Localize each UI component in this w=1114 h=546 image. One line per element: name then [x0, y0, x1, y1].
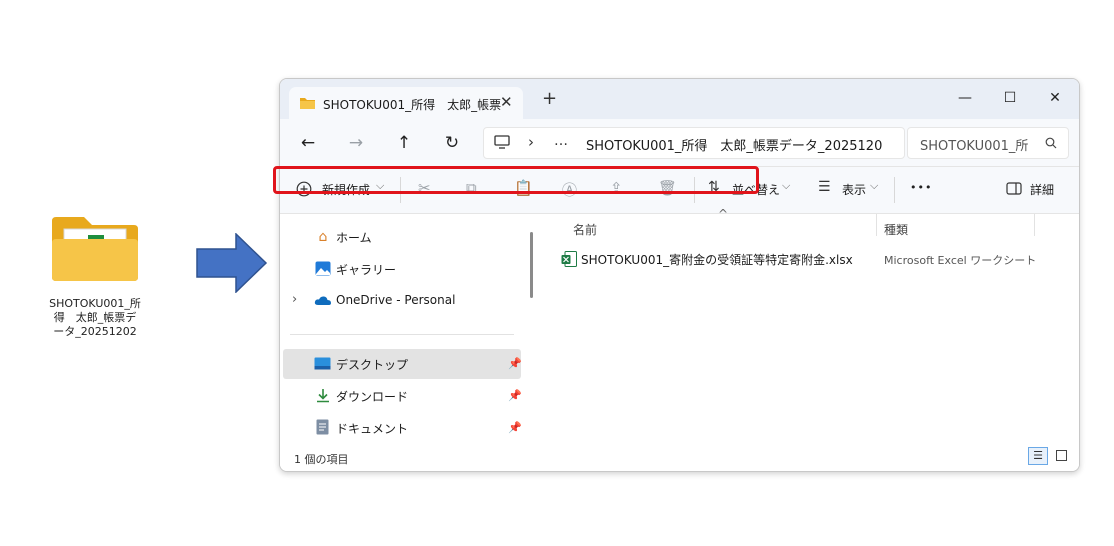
computer-icon: [494, 135, 510, 149]
pin-icon: 📌: [508, 421, 522, 434]
file-list: 名前 ^ 種類 SHOTOKU001_寄附金の受領証等特定寄附金.xlsx Mi…: [538, 207, 1079, 449]
sidebar-item-label: ギャラリー: [336, 263, 397, 277]
documents-icon: [316, 419, 329, 435]
breadcrumb-more-button[interactable]: …: [554, 133, 568, 149]
new-tab-button[interactable]: +: [542, 90, 557, 108]
sidebar-scrollbar[interactable]: [530, 232, 533, 298]
sidebar-item-label: ホーム: [336, 231, 372, 245]
tab-title: SHOTOKU001_所得 太郎_帳票: [323, 98, 502, 112]
sort-ascending-icon: ^: [718, 207, 729, 221]
tab-close-button[interactable]: ✕: [500, 93, 513, 111]
sidebar-item-label: OneDrive - Personal: [336, 293, 456, 307]
search-icon: [1045, 137, 1057, 149]
download-icon: [317, 389, 329, 403]
onedrive-icon: [314, 296, 331, 305]
folder-icon: [52, 217, 138, 281]
breadcrumb-current-folder[interactable]: SHOTOKU001_所得 太郎_帳票データ_2025120: [586, 135, 882, 154]
up-button[interactable]: ↑: [390, 131, 418, 155]
excel-file-icon: [561, 251, 577, 267]
close-button[interactable]: ✕: [1032, 85, 1078, 111]
chevron-right-icon[interactable]: ›: [528, 133, 534, 151]
address-bar[interactable]: › … SHOTOKU001_所得 太郎_帳票データ_2025120: [483, 127, 905, 159]
view-button-label: 表示: [842, 183, 867, 197]
tab-current-folder[interactable]: SHOTOKU001_所得 太郎_帳票 ✕: [289, 87, 523, 119]
navigation-pane: ⌂ ホーム ギャラリー › OneDrive - Personal デスクトップ…: [280, 214, 538, 449]
chevron-right-icon[interactable]: ›: [292, 292, 297, 307]
desktop-folder-label: SHOTOKU001_所 得 太郎_帳票デ ータ_20251202: [49, 297, 141, 338]
toolbar-divider: [894, 177, 895, 203]
chevron-down-icon: ⌵: [782, 179, 791, 192]
sidebar-divider: [290, 334, 514, 335]
search-input[interactable]: SHOTOKU001_所: [920, 135, 1028, 154]
search-box[interactable]: SHOTOKU001_所: [907, 127, 1069, 159]
minimize-button[interactable]: —: [942, 85, 988, 111]
column-header-type[interactable]: 種類: [884, 221, 908, 238]
more-options-button[interactable]: •••: [910, 181, 932, 194]
column-header-name[interactable]: 名前: [573, 221, 597, 238]
maximize-button[interactable]: ☐: [987, 85, 1033, 111]
column-divider[interactable]: [876, 214, 877, 236]
details-pane-button[interactable]: 詳細: [1006, 180, 1062, 200]
pin-icon: 📌: [508, 357, 522, 370]
file-explorer-window: SHOTOKU001_所得 太郎_帳票 ✕ + — ☐ ✕ ← → ↑ ↻ › …: [279, 78, 1080, 472]
view-button[interactable]: ☰ 表示 ⌵: [818, 179, 888, 200]
tiles-view-toggle[interactable]: [1056, 450, 1067, 461]
sidebar-item-desktop[interactable]: デスクトップ 📌: [283, 349, 522, 379]
details-pane-icon: [1006, 182, 1022, 195]
chevron-down-icon: ⌵: [870, 179, 879, 192]
title-bar: SHOTOKU001_所得 太郎_帳票 ✕ + — ☐ ✕: [280, 79, 1079, 119]
sidebar-item-label: デスクトップ: [336, 358, 409, 372]
file-row[interactable]: SHOTOKU001_寄附金の受領証等特定寄附金.xlsx Microsoft …: [552, 246, 1036, 272]
desktop-icon: [314, 357, 331, 370]
sidebar-item-home[interactable]: ⌂ ホーム: [290, 222, 522, 252]
status-bar: 1 個の項目 ☰: [280, 447, 1079, 471]
back-button[interactable]: ←: [294, 131, 322, 155]
column-divider[interactable]: [1034, 214, 1035, 236]
navigation-bar: ← → ↑ ↻ › … SHOTOKU001_所得 太郎_帳票データ_20251…: [280, 119, 1079, 167]
folder-icon: [300, 98, 315, 109]
file-name[interactable]: SHOTOKU001_寄附金の受領証等特定寄附金.xlsx: [581, 251, 853, 268]
sidebar-item-label: ダウンロード: [336, 390, 409, 404]
sidebar-item-label: ドキュメント: [336, 422, 409, 436]
sidebar-item-documents[interactable]: ドキュメント 📌: [290, 413, 522, 443]
file-type: Microsoft Excel ワークシート: [884, 254, 1037, 267]
details-view-toggle[interactable]: ☰: [1028, 447, 1048, 465]
item-count: 1 個の項目: [294, 453, 349, 466]
sidebar-item-onedrive[interactable]: › OneDrive - Personal: [290, 286, 522, 316]
home-icon: ⌂: [318, 229, 328, 245]
sidebar-item-downloads[interactable]: ダウンロード 📌: [290, 381, 522, 411]
view-icon: ☰: [818, 179, 831, 195]
sidebar-item-gallery[interactable]: ギャラリー: [290, 254, 522, 284]
column-header-row: 名前 ^ 種類: [538, 207, 1079, 238]
arrow-right-icon: [196, 233, 268, 293]
desktop-folder[interactable]: SHOTOKU001_所 得 太郎_帳票デ ータ_20251202: [40, 205, 150, 345]
details-pane-label: 詳細: [1030, 183, 1055, 197]
refresh-button[interactable]: ↻: [438, 131, 466, 155]
pin-icon: 📌: [508, 389, 522, 402]
highlight-box: [273, 166, 759, 194]
gallery-icon: [315, 261, 331, 276]
forward-button[interactable]: →: [342, 131, 370, 155]
